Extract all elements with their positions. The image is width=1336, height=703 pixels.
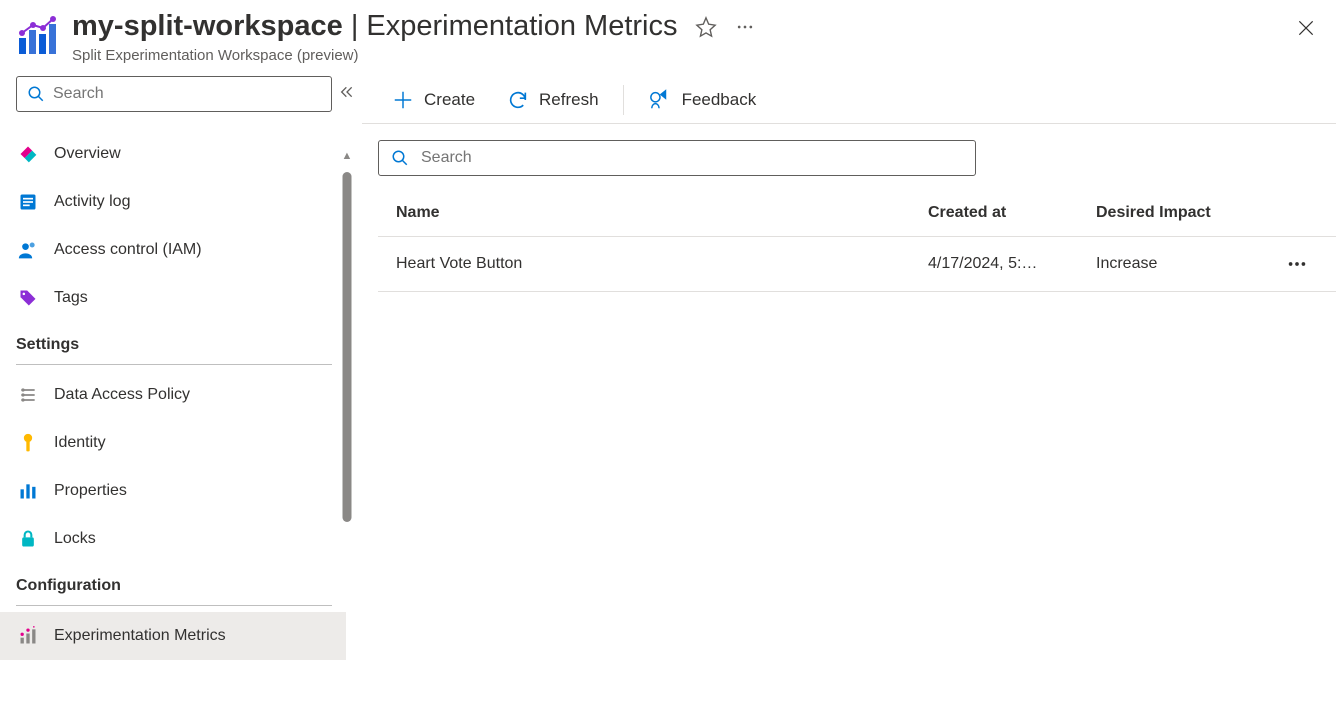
sidebar-item-label: Tags bbox=[54, 289, 88, 307]
sidebar-item-label: Properties bbox=[54, 482, 127, 500]
sidebar-item-label: Activity log bbox=[54, 193, 130, 211]
sidebar-item-identity[interactable]: Identity bbox=[0, 419, 346, 467]
toolbar-divider bbox=[623, 85, 624, 115]
sidebar-item-properties[interactable]: Properties bbox=[0, 467, 346, 515]
refresh-icon bbox=[507, 89, 529, 111]
sidebar-item-data-access-policy[interactable]: Data Access Policy bbox=[0, 371, 346, 419]
sidebar-search-input[interactable] bbox=[53, 85, 321, 103]
close-icon[interactable] bbox=[1296, 18, 1316, 38]
sidebar-item-label: Overview bbox=[54, 145, 121, 163]
collapse-sidebar-icon[interactable] bbox=[339, 84, 355, 100]
search-icon bbox=[391, 149, 409, 167]
column-header-impact[interactable]: Desired Impact bbox=[1096, 204, 1276, 222]
create-button[interactable]: Create bbox=[378, 80, 489, 120]
table-header: Name Created at Desired Impact bbox=[378, 204, 1336, 237]
column-header-name[interactable]: Name bbox=[396, 204, 928, 222]
sidebar-item-activity-log[interactable]: Activity log bbox=[0, 178, 346, 226]
table-row[interactable]: Heart Vote Button 4/17/2024, 5:… Increas… bbox=[378, 237, 1336, 292]
sidebar-item-label: Access control (IAM) bbox=[54, 241, 202, 259]
toolbar-btn-label: Create bbox=[424, 90, 475, 110]
search-icon bbox=[27, 85, 45, 103]
content-search[interactable] bbox=[378, 140, 976, 176]
sidebar-scrollbar[interactable]: ▲ bbox=[342, 114, 352, 703]
toolbar-btn-label: Feedback bbox=[682, 90, 757, 110]
workspace-icon bbox=[16, 16, 58, 58]
more-actions-icon[interactable] bbox=[735, 17, 755, 37]
experimentation-metrics-icon bbox=[18, 626, 38, 646]
sidebar-section-configuration: Configuration bbox=[16, 563, 332, 606]
row-more-actions-icon[interactable] bbox=[1276, 253, 1318, 275]
cell-created: 4/17/2024, 5:… bbox=[928, 255, 1096, 273]
sidebar-section-settings: Settings bbox=[16, 322, 332, 365]
content-search-input[interactable] bbox=[421, 149, 963, 167]
toolbar-btn-label: Refresh bbox=[539, 90, 599, 110]
refresh-button[interactable]: Refresh bbox=[493, 80, 613, 120]
properties-icon bbox=[18, 481, 38, 501]
column-header-created[interactable]: Created at bbox=[928, 204, 1096, 222]
sidebar-search[interactable] bbox=[16, 76, 332, 112]
tags-icon bbox=[18, 288, 38, 308]
metrics-table: Name Created at Desired Impact Heart Vot… bbox=[378, 204, 1336, 292]
feedback-icon bbox=[648, 89, 672, 111]
identity-icon bbox=[18, 433, 38, 453]
favorite-star-icon[interactable] bbox=[695, 16, 717, 38]
sidebar-item-label: Locks bbox=[54, 530, 96, 548]
page-title: my-split-workspace | Experimentation Met… bbox=[72, 10, 677, 43]
cell-impact: Increase bbox=[1096, 255, 1276, 273]
scroll-up-arrow-icon[interactable]: ▲ bbox=[342, 150, 353, 162]
sidebar-item-label: Experimentation Metrics bbox=[54, 627, 226, 645]
scrollbar-thumb[interactable] bbox=[343, 172, 352, 522]
data-access-policy-icon bbox=[18, 385, 38, 405]
activity-log-icon bbox=[18, 192, 38, 212]
sidebar-item-label: Data Access Policy bbox=[54, 386, 190, 404]
cell-name: Heart Vote Button bbox=[396, 255, 928, 273]
overview-icon bbox=[18, 144, 38, 164]
feedback-button[interactable]: Feedback bbox=[634, 80, 771, 120]
sidebar-item-tags[interactable]: Tags bbox=[0, 274, 346, 322]
sidebar-item-locks[interactable]: Locks bbox=[0, 515, 346, 563]
page-subtitle: Split Experimentation Workspace (preview… bbox=[72, 47, 1316, 64]
sidebar-item-overview[interactable]: Overview bbox=[0, 130, 346, 178]
sidebar-item-experimentation-metrics[interactable]: Experimentation Metrics bbox=[0, 612, 346, 660]
access-control-icon bbox=[18, 240, 38, 260]
locks-icon bbox=[18, 529, 38, 549]
sidebar-item-label: Identity bbox=[54, 434, 106, 452]
plus-icon bbox=[392, 89, 414, 111]
sidebar-item-access-control[interactable]: Access control (IAM) bbox=[0, 226, 346, 274]
